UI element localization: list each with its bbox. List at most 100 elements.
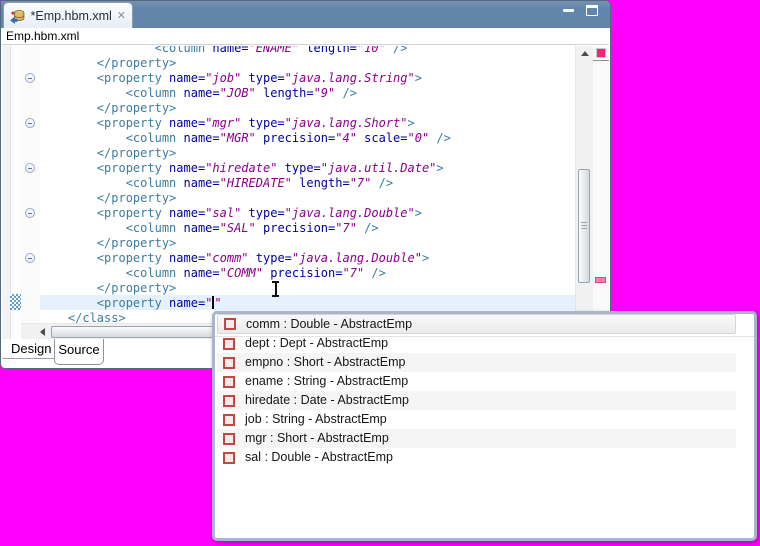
minimize-button[interactable]: [563, 5, 574, 12]
tab-close-icon[interactable]: ✕: [117, 9, 126, 22]
vertical-scrollbar[interactable]: [575, 46, 593, 339]
code-token: >: [415, 71, 422, 85]
code-line[interactable]: <column name="ENAME" length="10" />: [39, 46, 576, 56]
minimize-icon: [563, 9, 574, 12]
code-line[interactable]: <property name="comm" type="java.lang.Do…: [39, 251, 576, 266]
code-text[interactable]: <column name="ENAME" length="10" /> </pr…: [39, 46, 576, 326]
field-icon: [223, 433, 235, 445]
code-token: name=: [162, 296, 205, 310]
overview-error-marker[interactable]: [596, 48, 606, 58]
completion-item-label: hiredate : Date - AbstractEmp: [245, 391, 409, 410]
code-line[interactable]: <property name="sal" type="java.lang.Dou…: [39, 206, 576, 221]
code-token: name=: [162, 251, 205, 265]
fold-collapse-icon[interactable]: [25, 163, 35, 173]
code-line[interactable]: <property name="mgr" type="java.lang.Sho…: [39, 116, 576, 131]
completion-item-label: comm : Double - AbstractEmp: [246, 315, 412, 334]
code-token: name=: [176, 266, 219, 280]
completion-item-label: sal : Double - AbstractEmp: [245, 448, 393, 467]
code-token: <property: [97, 71, 162, 85]
code-token: </property>: [97, 281, 176, 295]
completion-item[interactable]: comm : Double - AbstractEmp: [217, 314, 736, 334]
code-token: [39, 101, 97, 115]
vertical-scrollbar-thumb[interactable]: [578, 169, 590, 283]
code-token: name=: [205, 46, 248, 55]
completion-item[interactable]: mgr : Short - AbstractEmp: [217, 429, 736, 448]
scroll-left-arrow-icon[interactable]: [35, 325, 49, 339]
field-icon: [224, 318, 236, 330]
code-token: [39, 161, 97, 175]
code-token: </property>: [97, 56, 176, 70]
code-token: name=: [162, 206, 205, 220]
fold-collapse-icon[interactable]: [25, 253, 35, 263]
code-token: >: [422, 251, 429, 265]
xml-source-editor[interactable]: <column name="ENAME" length="10" /> </pr…: [2, 46, 610, 339]
fold-collapse-icon[interactable]: [25, 73, 35, 83]
code-token: "7": [335, 221, 357, 235]
code-line[interactable]: <column name="SAL" precision="7" />: [39, 221, 576, 236]
tab-design[interactable]: Design: [8, 340, 54, 358]
code-line[interactable]: </property>: [39, 101, 576, 116]
code-token: <column: [126, 86, 177, 100]
code-token: "7": [350, 176, 372, 190]
fold-collapse-icon[interactable]: [25, 118, 35, 128]
maximize-button[interactable]: [586, 5, 598, 16]
code-line[interactable]: </property>: [39, 56, 576, 71]
code-line[interactable]: <column name="MGR" precision="4" scale="…: [39, 131, 576, 146]
code-token: [39, 221, 126, 235]
code-token: "comm": [205, 251, 248, 265]
completion-item-label: mgr : Short - AbstractEmp: [245, 429, 389, 448]
code-line[interactable]: </property>: [39, 146, 576, 161]
code-token: />: [429, 131, 451, 145]
completion-item[interactable]: job : String - AbstractEmp: [217, 410, 736, 429]
code-token: [39, 71, 97, 85]
completion-item[interactable]: sal : Double - AbstractEmp: [217, 448, 736, 467]
code-line[interactable]: </property>: [39, 236, 576, 251]
code-token: >: [415, 206, 422, 220]
code-token: "MGR": [220, 131, 256, 145]
code-token: />: [335, 86, 357, 100]
code-token: </property>: [97, 191, 176, 205]
current-line-range-marker: [10, 294, 21, 310]
code-token: "hiredate": [205, 161, 277, 175]
overview-divider: [593, 60, 609, 61]
code-line[interactable]: <column name="JOB" length="9" />: [39, 86, 576, 101]
code-line[interactable]: <property name="job" type="java.lang.Str…: [39, 71, 576, 86]
editor-titlebar[interactable]: *Emp.hbm.xml ✕: [1, 1, 610, 28]
code-token: type=: [241, 206, 284, 220]
overview-position-marker[interactable]: [595, 277, 606, 283]
completion-item[interactable]: ename : String - AbstractEmp: [217, 372, 736, 391]
code-token: />: [357, 221, 379, 235]
completion-item[interactable]: hiredate : Date - AbstractEmp: [217, 391, 736, 410]
code-token: "java.util.Date": [321, 161, 437, 175]
code-token: <column: [126, 176, 177, 190]
editor-tab-emp-hbm[interactable]: *Emp.hbm.xml ✕: [3, 2, 133, 28]
scroll-up-arrow-icon[interactable]: [576, 46, 593, 60]
code-line[interactable]: </property>: [39, 281, 576, 296]
code-token: <property: [97, 116, 162, 130]
code-line[interactable]: <column name="HIREDATE" length="7" />: [39, 176, 576, 191]
code-line[interactable]: <column name="COMM" precision="7" />: [39, 266, 576, 281]
breadcrumb: Emp.hbm.xml: [2, 28, 609, 45]
screen: { "colors":{ "bg-magenta":"#FF00FF", "ti…: [0, 0, 760, 546]
code-token: >: [408, 116, 415, 130]
code-line-current[interactable]: <property name="": [39, 296, 576, 311]
code-token: </property>: [97, 101, 176, 115]
content-assist-popup[interactable]: comm : Double - AbstractEmpdept : Dept -…: [212, 311, 757, 541]
code-token: [39, 56, 97, 70]
field-icon: [223, 376, 235, 388]
completion-item[interactable]: empno : Short - AbstractEmp: [217, 353, 736, 372]
folding-ruler[interactable]: [21, 46, 40, 339]
tab-source[interactable]: Source: [54, 339, 104, 365]
code-line[interactable]: </property>: [39, 191, 576, 206]
completion-item-label: job : String - AbstractEmp: [245, 410, 387, 429]
code-token: "SAL": [220, 221, 256, 235]
code-token: name=: [162, 161, 205, 175]
code-token: <property: [97, 296, 162, 310]
code-token: name=: [176, 131, 219, 145]
code-token: </property>: [97, 236, 176, 250]
fold-collapse-icon[interactable]: [25, 208, 35, 218]
overview-ruler[interactable]: [593, 46, 610, 339]
code-token: type=: [241, 116, 284, 130]
code-token: <property: [97, 161, 162, 175]
code-line[interactable]: <property name="hiredate" type="java.uti…: [39, 161, 576, 176]
